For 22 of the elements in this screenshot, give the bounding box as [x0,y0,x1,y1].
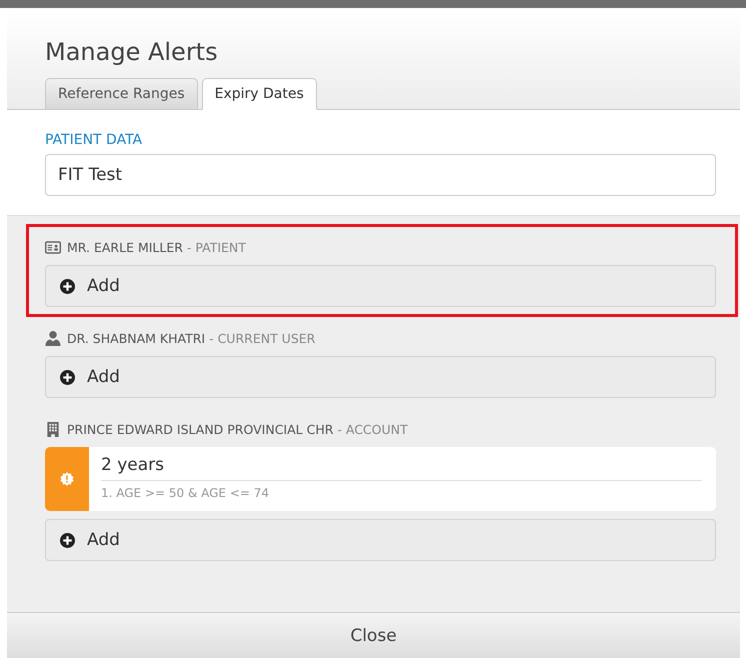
alert-icon [60,472,74,486]
plus-icon [60,532,75,548]
plus-icon [60,278,75,294]
add-button[interactable]: Add [45,356,716,398]
person-icon [45,331,61,346]
alert-title: 2 years [101,455,702,481]
id-card-icon [45,240,61,255]
section-heading: MR. EARLE MILLER - PATIENT [67,240,246,255]
alert-card[interactable]: 2 years 1. AGE >= 50 & AGE <= 74 [45,447,716,511]
input-field[interactable]: FIT Test [45,154,716,196]
building-icon [45,422,61,437]
tab[interactable]: Reference Ranges [45,78,198,110]
plus-icon [60,370,75,384]
field-label: PATIENT DATA [45,132,144,148]
section-heading: DR. SHABNAM KHATRI - CURRENT USER [67,331,316,346]
dialog-title: Manage Alerts [45,38,219,66]
close-button[interactable]: Close [7,612,740,658]
add-button[interactable]: Add [45,519,716,561]
alert-condition: 1. AGE >= 50 & AGE <= 74 [101,486,270,500]
section-heading: PRINCE EDWARD ISLAND PROVINCIAL CHR - ACCOUNT [67,422,408,437]
add-button[interactable]: Add [45,265,716,307]
tab[interactable]: Expiry Dates [202,78,317,110]
